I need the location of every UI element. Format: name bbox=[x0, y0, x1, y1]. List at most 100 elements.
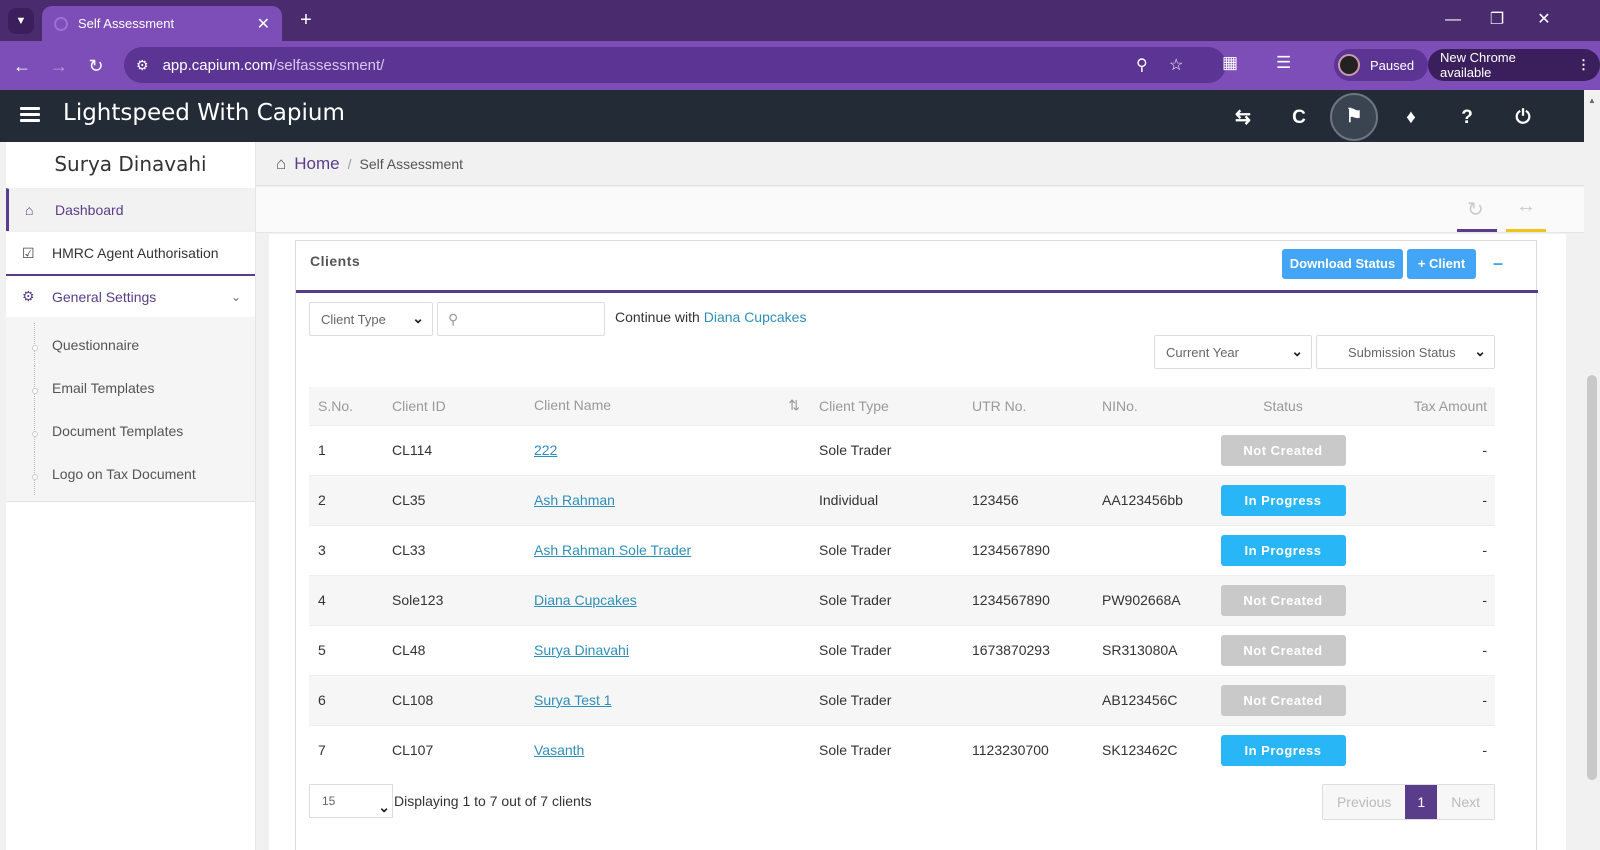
column-header-utr[interactable]: UTR No. bbox=[963, 387, 1093, 425]
ticket-icon[interactable]: ♦ bbox=[1397, 104, 1425, 132]
status-badge[interactable]: In Progress bbox=[1220, 534, 1346, 566]
forward-arrow-icon[interactable]: → bbox=[46, 53, 72, 79]
status-badge[interactable]: Not Created bbox=[1220, 584, 1346, 616]
more-menu-icon[interactable]: ⋮ bbox=[1577, 57, 1590, 73]
client-name-link[interactable]: Surya Test 1 bbox=[534, 692, 612, 708]
new-tab-button[interactable]: + bbox=[294, 8, 318, 32]
browser-tab[interactable]: Self Assessment ✕ bbox=[42, 6, 282, 41]
client-name-link[interactable]: Ash Rahman Sole Trader bbox=[534, 542, 691, 558]
year-filter-select[interactable]: Current Year ⌄ bbox=[1154, 335, 1312, 369]
add-client-button[interactable]: + Client bbox=[1407, 249, 1476, 279]
submission-status-select[interactable]: Submission Status ⌄ bbox=[1316, 335, 1495, 369]
cell-nino bbox=[1093, 524, 1213, 575]
cell-client-type: Sole Trader bbox=[810, 574, 963, 625]
sidebar-subitem-email-templates[interactable]: Email Templates bbox=[6, 366, 255, 409]
bookmark-star-icon[interactable]: ☆ bbox=[1169, 55, 1183, 75]
column-header-client-type[interactable]: Client Type bbox=[810, 387, 963, 425]
zoom-icon[interactable]: ⚲ bbox=[1136, 55, 1148, 75]
scrollbar-thumb[interactable] bbox=[1587, 375, 1597, 780]
client-name-link[interactable]: 222 bbox=[534, 442, 557, 458]
site-settings-icon[interactable]: ⚙ bbox=[136, 57, 149, 74]
page-1-button[interactable]: 1 bbox=[1405, 785, 1438, 819]
column-header-nino[interactable]: NINo. bbox=[1093, 387, 1213, 425]
media-controls-icon[interactable]: ☰ bbox=[1276, 53, 1291, 73]
page-size-select[interactable]: 15 ⌄ bbox=[309, 784, 393, 818]
address-bar[interactable]: ⚙ app.capium.com/selfassessment/ ⚲ ☆ bbox=[124, 47, 1226, 83]
cell-status: Not Created bbox=[1213, 424, 1353, 475]
cell-utr bbox=[963, 674, 1093, 725]
sidebar-subitem-questionnaire[interactable]: Questionnaire bbox=[6, 323, 255, 366]
app-title: Lightspeed With Capium bbox=[63, 100, 345, 126]
collapse-panel-icon[interactable]: – bbox=[1493, 253, 1503, 274]
cell-client-id: CL48 bbox=[383, 624, 525, 675]
status-badge[interactable]: Not Created bbox=[1220, 684, 1346, 716]
column-header-client-id[interactable]: Client ID bbox=[383, 387, 525, 425]
update-chrome-button[interactable]: New Chrome available ⋮ bbox=[1428, 49, 1600, 81]
gears-icon: ⚙ bbox=[22, 288, 35, 304]
window-close-button[interactable]: ✕ bbox=[1524, 8, 1564, 32]
column-header-client-name[interactable]: Client Name ⇅ bbox=[525, 387, 810, 425]
column-header-client-name-label: Client Name bbox=[534, 397, 612, 414]
continue-client-link[interactable]: Diana Cupcakes bbox=[704, 309, 807, 325]
switch-icon[interactable]: ⇆ bbox=[1229, 104, 1257, 132]
previous-page-button[interactable]: Previous bbox=[1322, 785, 1406, 819]
sidebar-item-dashboard[interactable]: ⌂ Dashboard bbox=[6, 188, 255, 231]
breadcrumb-separator: / bbox=[347, 155, 352, 172]
column-header-sno[interactable]: S.No. bbox=[309, 387, 383, 425]
refresh-icon[interactable]: ↻ bbox=[1467, 197, 1484, 222]
sidebar-subitem-document-templates[interactable]: Document Templates bbox=[6, 409, 255, 452]
table-row: 3 CL33 Ash Rahman Sole Trader Sole Trader 12… bbox=[309, 524, 1495, 575]
breadcrumb-home-link[interactable]: Home bbox=[294, 154, 339, 174]
capium-logo-icon[interactable]: C bbox=[1285, 104, 1313, 132]
minimize-button[interactable]: — bbox=[1433, 8, 1473, 32]
status-badge[interactable]: Not Created bbox=[1220, 434, 1346, 466]
status-badge[interactable]: Not Created bbox=[1220, 634, 1346, 666]
client-name-link[interactable]: Vasanth bbox=[534, 742, 584, 758]
page-scrollbar[interactable]: ▲ bbox=[1584, 90, 1600, 850]
scroll-up-icon[interactable]: ▲ bbox=[1588, 96, 1596, 105]
cell-utr: 1234567890 bbox=[963, 574, 1093, 625]
search-input[interactable]: ⚲ bbox=[437, 302, 605, 336]
clients-panel: Clients Download Status + Client – Clien… bbox=[295, 240, 1538, 850]
sidebar-item-label: HMRC Agent Authorisation bbox=[52, 245, 219, 261]
status-badge[interactable]: In Progress bbox=[1220, 484, 1346, 516]
back-arrow-icon[interactable]: ← bbox=[9, 53, 35, 79]
cell-client-id: CL114 bbox=[383, 424, 525, 475]
client-name-link[interactable]: Ash Rahman bbox=[534, 492, 615, 508]
sidebar-subitem-logo-on-tax-document[interactable]: Logo on Tax Document bbox=[6, 452, 255, 495]
tab-search-button[interactable]: ▼ bbox=[8, 8, 34, 34]
sidebar-item-general-settings[interactable]: ⚙ General Settings ⌄ bbox=[6, 274, 255, 317]
help-question-icon[interactable]: ? bbox=[1453, 104, 1481, 132]
table-row: 6 CL108 Surya Test 1 Sole Trader AB123456C No… bbox=[309, 674, 1495, 725]
update-label: New Chrome available bbox=[1440, 50, 1516, 80]
cell-sno: 5 bbox=[309, 624, 383, 675]
status-badge[interactable]: In Progress bbox=[1220, 734, 1346, 766]
cell-client-type: Sole Trader bbox=[810, 424, 963, 475]
restore-button[interactable]: ❐ bbox=[1477, 8, 1517, 32]
client-name-link[interactable]: Surya Dinavahi bbox=[534, 642, 629, 658]
column-header-status[interactable]: Status bbox=[1213, 387, 1353, 425]
extensions-icon[interactable]: ▦ bbox=[1222, 53, 1238, 73]
cell-client-name: Ash Rahman bbox=[525, 474, 810, 525]
cell-utr bbox=[963, 424, 1093, 475]
tab-close-icon[interactable]: ✕ bbox=[257, 14, 270, 34]
client-type-select[interactable]: Client Type ⌄ bbox=[309, 302, 433, 336]
cell-nino: AA123456bb bbox=[1093, 474, 1213, 525]
client-name-link[interactable]: Diana Cupcakes bbox=[534, 592, 637, 608]
download-status-button[interactable]: Download Status bbox=[1282, 249, 1403, 279]
cell-tax-amount: - bbox=[1353, 724, 1495, 775]
expand-width-icon[interactable]: ↔ bbox=[1516, 195, 1536, 218]
breadcrumb: ⌂ Home / Self Assessment bbox=[256, 142, 1584, 186]
sidebar-item-hmrc-agent-authorisation[interactable]: ☑ HMRC Agent Authorisation bbox=[6, 231, 255, 274]
hamburger-menu-icon[interactable] bbox=[20, 104, 40, 126]
column-header-tax-amount[interactable]: Tax Amount bbox=[1353, 387, 1495, 425]
cell-status: In Progress bbox=[1213, 524, 1353, 575]
reload-icon[interactable]: ↻ bbox=[83, 53, 109, 79]
next-page-button[interactable]: Next bbox=[1437, 785, 1494, 819]
announcement-megaphone-icon[interactable]: ⚑ bbox=[1330, 93, 1378, 141]
profile-button[interactable]: Paused bbox=[1334, 49, 1429, 81]
sort-icon[interactable]: ⇅ bbox=[788, 397, 800, 414]
cell-client-type: Individual bbox=[810, 474, 963, 525]
cell-tax-amount: - bbox=[1353, 424, 1495, 475]
power-logout-icon[interactable]: ⏻ bbox=[1509, 104, 1537, 132]
